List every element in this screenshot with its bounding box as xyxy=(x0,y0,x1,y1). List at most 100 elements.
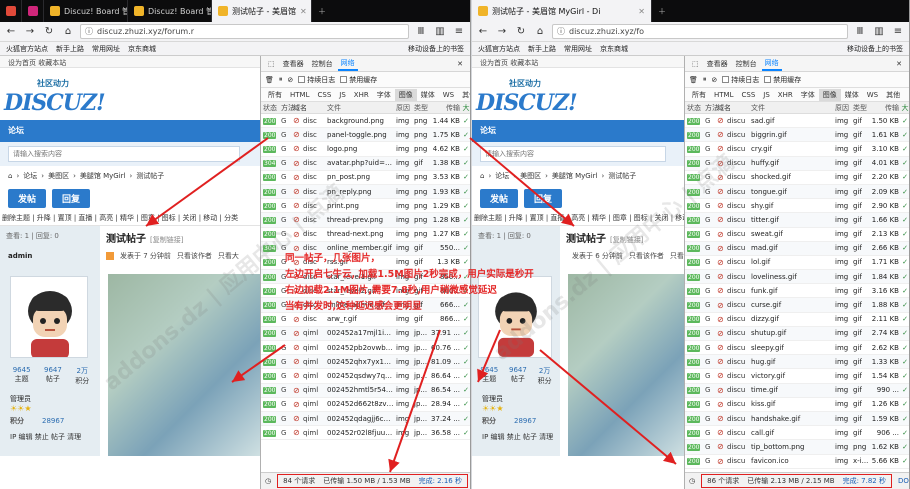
bookmark-newbie[interactable]: 新手上路 xyxy=(56,44,84,54)
new-post-button[interactable]: 发帖 xyxy=(480,188,519,208)
filter-ws[interactable]: WS xyxy=(439,90,458,100)
stat-topics[interactable]: 9645 主题 xyxy=(13,366,31,386)
quick-links[interactable]: 设为首页 收藏本站 xyxy=(0,56,260,68)
request-row[interactable]: 200 G ⊘ qiml 002452qsdwy7qh... img jp... 86.64 … xyxy=(261,369,470,384)
sidebar-icon[interactable]: ▥ xyxy=(433,26,447,37)
request-row[interactable]: 200 G ⊘ discu sleepy.gif img gif 2.62 KB ✓ xyxy=(685,341,909,356)
request-row[interactable]: 200 G ⊘ qiml 002452pb2ovwbc... img jp... 60.76 … xyxy=(261,341,470,356)
devtab-network[interactable]: 网络 xyxy=(337,57,358,71)
back-icon[interactable]: ← xyxy=(4,26,18,37)
bookmark-firefox[interactable]: 火狐官方站点 xyxy=(6,44,48,54)
filter-html[interactable]: HTML xyxy=(710,90,737,100)
col-size[interactable]: 大 xyxy=(901,103,909,113)
discuz-logo[interactable]: 社区动力 DISCUZ! xyxy=(472,68,684,120)
devtab-inspector[interactable]: 查看器 xyxy=(280,58,307,70)
pick-element-icon[interactable]: ⬚ xyxy=(689,59,702,69)
close-tab-icon[interactable]: ✕ xyxy=(638,7,645,16)
devtab-console[interactable]: 控制台 xyxy=(733,58,760,70)
bookmark-jd[interactable]: 京东商城 xyxy=(128,44,156,54)
request-row[interactable]: 200 G ⊘ discu funk.gif img gif 3.16 KB ✓ xyxy=(685,284,909,299)
filter-css[interactable]: CSS xyxy=(737,90,759,100)
request-row[interactable]: 200 G ⊘ discu time.gif img gif 990 ... ✓ xyxy=(685,383,909,398)
crumb-item[interactable]: 美图区 xyxy=(520,171,541,181)
disable-cache-option[interactable]: 禁用缓存 xyxy=(764,75,801,85)
request-row[interactable]: 200 G ⊘ disc logo.png img png 4.62 KB ✓ xyxy=(261,142,470,157)
col-transfer[interactable]: 传输 xyxy=(430,103,462,113)
request-row[interactable]: 200 G ⊘ discu shutup.gif img gif 2.74 KB ✓ xyxy=(685,326,909,341)
request-row[interactable]: 200 G ⊘ qiml 002452a17mjl1igx... img jp... 37.9… xyxy=(261,326,470,341)
col-method[interactable]: 方法 xyxy=(705,103,719,113)
request-row[interactable]: 200 G ⊘ discu tip_bottom.png img png 1.62 KB ✓ xyxy=(685,440,909,455)
crumb-item[interactable]: 美图区 xyxy=(48,171,69,181)
filter-icon[interactable]: ⊘ xyxy=(287,76,293,84)
bookmark-common[interactable]: 常用网址 xyxy=(564,44,592,54)
home-crumb-icon[interactable]: ⌂ xyxy=(8,172,12,180)
filter-icon[interactable]: ⊘ xyxy=(711,76,717,84)
col-size[interactable]: 大 xyxy=(462,103,470,113)
tab-test-post[interactable]: 测试帖子 - 美眉馆 MyGirl - Di ✕ xyxy=(472,0,652,22)
post-photo[interactable] xyxy=(568,274,684,456)
filter-css[interactable]: CSS xyxy=(313,90,335,100)
forward-icon[interactable]: → xyxy=(495,26,509,37)
search-input[interactable] xyxy=(480,146,667,162)
filter-all[interactable]: 所有 xyxy=(264,89,286,101)
request-row[interactable]: 200 G ⊘ discu dizzy.gif img gif 2.11 KB ✓ xyxy=(685,312,909,327)
devtools-close-icon[interactable]: ✕ xyxy=(454,59,466,69)
crumb-item[interactable]: 美腿馆 MyGirl xyxy=(80,171,126,181)
col-status[interactable]: 状态 xyxy=(685,103,705,113)
library-icon[interactable]: Ⅲ xyxy=(414,26,428,37)
pause-icon[interactable]: ⏸ xyxy=(703,75,707,84)
stat-topics[interactable]: 9645 主题 xyxy=(480,366,498,386)
request-row[interactable]: 200 G ⊘ discu sweat.gif img gif 2.13 KB ✓ xyxy=(685,227,909,242)
request-row[interactable]: 200 G ⊘ discu lol.gif img gif 1.71 KB ✓ xyxy=(685,255,909,271)
tab-pinned-1[interactable] xyxy=(0,0,22,22)
search-input[interactable] xyxy=(8,146,240,162)
view-option-link[interactable]: 只看 xyxy=(670,251,684,261)
address-bar[interactable]: ⓘ discuz.zhuzi.xyz/forum.r xyxy=(80,24,409,39)
request-row[interactable]: 200 G ⊘ discu curse.gif img gif 1.88 KB ✓ xyxy=(685,298,909,313)
reload-icon[interactable]: ↻ xyxy=(42,26,56,37)
filter-js[interactable]: JS xyxy=(335,90,350,100)
filter-all[interactable]: 所有 xyxy=(688,89,710,101)
persist-log-option[interactable]: 持续日志 xyxy=(298,75,335,85)
pause-icon[interactable]: ⏸ xyxy=(279,75,283,84)
filter-xhr[interactable]: XHR xyxy=(350,90,373,100)
clear-icon[interactable]: 🗑 xyxy=(265,76,274,84)
stat-credit[interactable]: 2万 积分 xyxy=(538,366,552,386)
col-type[interactable]: 类型 xyxy=(851,103,869,113)
col-method[interactable]: 方法 xyxy=(281,103,295,113)
filter-other[interactable]: 其他 xyxy=(458,89,470,101)
request-row[interactable]: 200 G ⊘ disc panel-toggle.png img png 1.75 KB ✓ xyxy=(261,128,470,143)
menu-icon[interactable]: ≡ xyxy=(452,26,466,37)
forward-icon[interactable]: → xyxy=(23,26,37,37)
bookmark-mobile[interactable]: 移动设备上的书签 xyxy=(408,44,464,54)
request-row[interactable]: 304 G ⊘ disc avatar.php?uid=1... img gif 1.38 K… xyxy=(261,156,470,171)
request-row[interactable]: 200 G ⊘ discu call.gif img gif 906 ... ✓ xyxy=(685,426,909,441)
devtab-network[interactable]: 网络 xyxy=(761,57,782,71)
request-row[interactable]: 200 G ⊘ discu mad.gif img gif 2.66 KB ✓ xyxy=(685,241,909,256)
stat-credit[interactable]: 2万 积分 xyxy=(75,366,89,386)
filter-images[interactable]: 图像 xyxy=(394,88,417,101)
only-author-link[interactable]: 只看该作者 xyxy=(177,251,212,261)
filter-js[interactable]: JS xyxy=(759,90,774,100)
crumb-item[interactable]: 美腿馆 MyGirl xyxy=(552,171,598,181)
col-domain[interactable]: 域名 xyxy=(717,103,749,113)
stat-posts[interactable]: 9647 帖子 xyxy=(44,366,62,386)
bookmark-jd[interactable]: 京东商城 xyxy=(600,44,628,54)
filter-xhr[interactable]: XHR xyxy=(774,90,797,100)
library-icon[interactable]: Ⅲ xyxy=(853,26,867,37)
filter-other[interactable]: 其他 xyxy=(882,89,904,101)
request-row[interactable]: 200 G ⊘ discu sad.gif img gif 1.50 KB ✓ xyxy=(685,114,909,129)
col-file[interactable]: 文件 xyxy=(749,103,833,113)
new-tab-button[interactable]: ＋ xyxy=(312,0,332,22)
filter-media[interactable]: 媒体 xyxy=(417,89,439,101)
bookmark-common[interactable]: 常用网址 xyxy=(92,44,120,54)
request-row[interactable]: 200 G ⊘ discu titter.gif img gif 1.66 KB ✓ xyxy=(685,213,909,228)
filter-fonts[interactable]: 字体 xyxy=(373,89,395,101)
tab-discuz-admin-1[interactable]: Discuz! Board 管 xyxy=(44,0,128,22)
crumb-item[interactable]: 测试帖子 xyxy=(136,171,164,181)
author-name[interactable]: admin xyxy=(0,244,100,268)
request-row[interactable]: 200 G ⊘ disc pn_post.png img png 3.53 KB ✓ xyxy=(261,170,470,185)
request-row[interactable]: 200 G ⊘ qiml 002452r02l8fjuu9... img jp... 36.5… xyxy=(261,426,470,441)
moderation-bar[interactable]: 删除主题 | 升降 | 置顶 | 直播 | 高亮 | 精华 | 图章 | 图标 … xyxy=(0,210,260,226)
